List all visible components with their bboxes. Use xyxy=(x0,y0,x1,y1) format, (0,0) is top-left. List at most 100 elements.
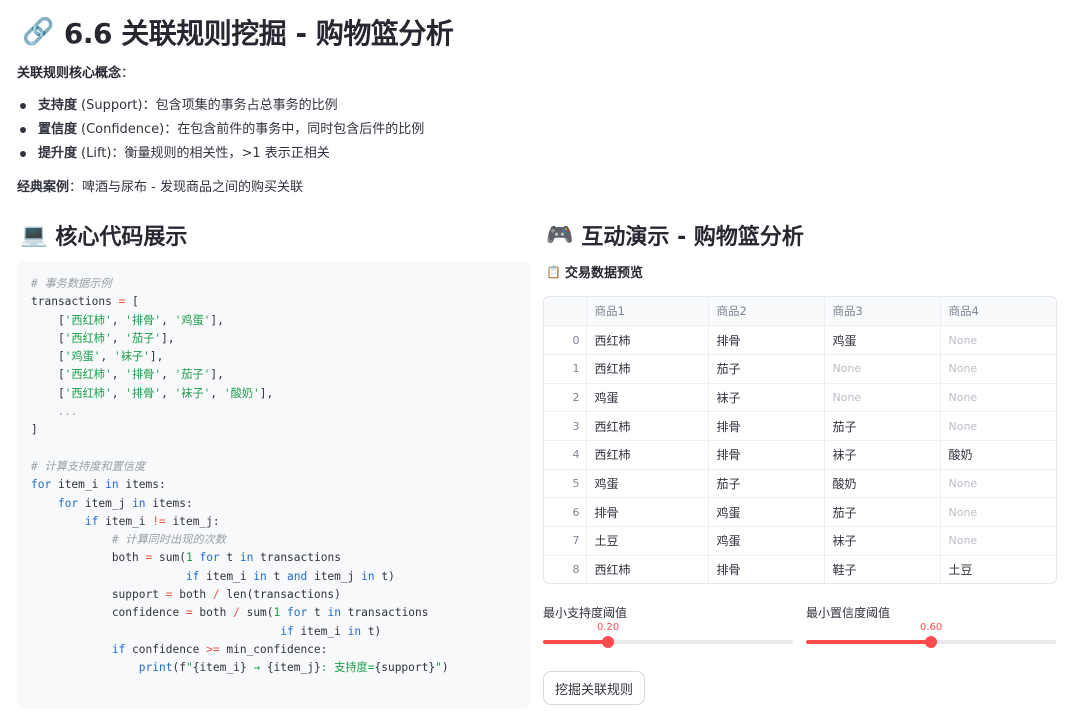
classic-case: 经典案例：啤酒与尿布 - 发现商品之间的购买关联 xyxy=(17,176,303,195)
code-section-title: 核心代码展示 xyxy=(55,225,188,250)
row-index: 6 xyxy=(544,497,587,527)
confidence-slider-value: 0.60 xyxy=(920,622,943,633)
table-row: 6 排骨 鸡蛋 茄子 None xyxy=(544,497,1056,527)
concepts-heading: 关联规则核心概念： xyxy=(17,66,135,81)
case-label: 经典案例 xyxy=(17,180,70,195)
transactions-table[interactable]: 商品1 商品2 商品3 商品4 0 西红柿 排骨 鸡蛋 None 1 西红柿 茄子 None No… xyxy=(543,296,1057,584)
demo-section-title: 互动演示 - 购物篮分析 xyxy=(581,225,804,250)
code-content: # 事务数据示例 transactions = [ ['西红柿', '排骨', … xyxy=(31,277,449,675)
table-cell[interactable]: 西红柿 xyxy=(586,555,709,583)
table-row: 5 鸡蛋 茄子 酸奶 None xyxy=(544,469,1056,499)
code-block[interactable]: # 事务数据示例 transactions = [ ['西红柿', '排骨', … xyxy=(17,261,531,709)
support-slider-label: 最小支持度阈值 xyxy=(543,606,628,620)
table-row: 4 西红柿 排骨 袜子 酸奶 xyxy=(544,440,1056,470)
concept-term: 支持度 xyxy=(38,98,78,113)
table-row: 0 西红柿 排骨 鸡蛋 None xyxy=(544,325,1056,355)
table-cell[interactable]: 西红柿 xyxy=(586,325,709,355)
table-cell[interactable]: 鸡蛋 xyxy=(824,325,941,355)
row-index: 0 xyxy=(544,325,587,355)
row-index: 1 xyxy=(544,354,587,384)
list-item: 置信度 (Confidence) ：在包含前件的事务中，同时包含后件的比例 xyxy=(17,118,424,142)
concepts-heading-text: 关联规则核心概念 xyxy=(17,66,122,81)
table-cell[interactable]: 茄子 xyxy=(824,411,941,441)
concept-desc: ：在包含前件的事务中，同时包含后件的比例 xyxy=(164,122,425,137)
concept-en: (Lift) xyxy=(81,146,112,161)
table-cell[interactable]: 茄子 xyxy=(824,497,941,527)
table-cell[interactable]: 排骨 xyxy=(708,555,825,583)
table-cell[interactable]: 茄子 xyxy=(708,354,825,384)
table-cell[interactable]: 鸡蛋 xyxy=(708,526,825,556)
table-cell[interactable]: None xyxy=(824,383,941,413)
table-cell[interactable]: None xyxy=(940,383,1056,413)
link-icon: 🔗 xyxy=(22,17,54,47)
table-cell[interactable]: 排骨 xyxy=(708,411,825,441)
table-cell[interactable]: 西红柿 xyxy=(586,440,709,470)
page-title: 🔗 6.6 关联规则挖掘 - 购物篮分析 xyxy=(22,12,454,52)
table-cell[interactable]: None xyxy=(940,469,1056,499)
mine-rules-button[interactable]: 挖掘关联规则 xyxy=(543,671,646,705)
table-cell[interactable]: 酸奶 xyxy=(824,469,941,499)
table-cell[interactable]: None xyxy=(940,526,1056,556)
table-cell[interactable]: 鸡蛋 xyxy=(708,497,825,527)
clipboard-icon: 📋 xyxy=(546,264,561,279)
support-slider-value: 0.20 xyxy=(597,622,620,633)
column-header[interactable]: 商品1 xyxy=(586,297,709,327)
table-cell[interactable]: None xyxy=(940,497,1056,527)
table-row: 1 西红柿 茄子 None None xyxy=(544,354,1056,384)
slider-fill xyxy=(543,640,608,644)
case-text: ：啤酒与尿布 - 发现商品之间的购买关联 xyxy=(69,180,303,195)
list-item: 支持度 (Support) ：包含项集的事务占总事务的比例 xyxy=(17,94,424,118)
row-index: 8 xyxy=(544,555,587,583)
table-header-row: 商品1 商品2 商品3 商品4 xyxy=(544,297,1056,327)
laptop-icon: 💻 xyxy=(20,222,48,248)
table-cell[interactable]: None xyxy=(940,411,1056,441)
code-section-heading: 💻 核心代码展示 xyxy=(20,218,187,252)
table-cell[interactable]: None xyxy=(940,354,1056,384)
support-slider[interactable] xyxy=(543,636,793,648)
slider-thumb[interactable] xyxy=(925,636,937,648)
table-cell[interactable]: 西红柿 xyxy=(586,354,709,384)
table-row: 8 西红柿 排骨 鞋子 土豆 xyxy=(544,555,1056,583)
bullet-icon xyxy=(20,127,26,133)
concept-desc: ：包含项集的事务占总事务的比例 xyxy=(142,98,338,113)
index-header xyxy=(544,297,587,327)
table-cell[interactable]: 排骨 xyxy=(708,440,825,470)
concept-en: (Confidence) xyxy=(81,122,165,137)
table-cell[interactable]: None xyxy=(940,325,1056,355)
gamepad-icon: 🎮 xyxy=(546,222,574,248)
table-row: 7 土豆 鸡蛋 袜子 None xyxy=(544,526,1056,556)
table-cell[interactable]: 袜子 xyxy=(824,440,941,470)
bullet-icon xyxy=(20,151,26,157)
table-cell[interactable]: 鸡蛋 xyxy=(586,469,709,499)
table-cell[interactable]: 袜子 xyxy=(824,526,941,556)
table-cell[interactable]: 土豆 xyxy=(586,526,709,556)
column-header[interactable]: 商品2 xyxy=(708,297,825,327)
table-cell[interactable]: 排骨 xyxy=(586,497,709,527)
column-header[interactable]: 商品3 xyxy=(824,297,941,327)
table-cell[interactable]: 鸡蛋 xyxy=(586,383,709,413)
table-cell[interactable]: 排骨 xyxy=(708,325,825,355)
table-row: 3 西红柿 排骨 茄子 None xyxy=(544,411,1056,441)
concept-term: 提升度 xyxy=(38,146,78,161)
table-row: 2 鸡蛋 袜子 None None xyxy=(544,383,1056,413)
row-index: 2 xyxy=(544,383,587,413)
table-cell[interactable]: 鞋子 xyxy=(824,555,941,583)
slider-thumb[interactable] xyxy=(602,636,614,648)
slider-fill xyxy=(806,640,931,644)
column-header[interactable]: 商品4 xyxy=(940,297,1056,327)
confidence-slider-label: 最小置信度阈值 xyxy=(806,606,891,620)
confidence-slider[interactable] xyxy=(806,636,1056,648)
row-index: 5 xyxy=(544,469,587,499)
table-cell[interactable]: 土豆 xyxy=(940,555,1056,583)
table-cell[interactable]: 茄子 xyxy=(708,469,825,499)
concept-desc: ：衡量规则的相关性，>1 表示正相关 xyxy=(111,146,330,161)
data-table: 商品1 商品2 商品3 商品4 0 西红柿 排骨 鸡蛋 None 1 西红柿 茄子 None No… xyxy=(544,297,1056,583)
concept-term: 置信度 xyxy=(38,122,78,137)
row-index: 3 xyxy=(544,411,587,441)
preview-label: 交易数据预览 xyxy=(564,266,643,281)
table-cell[interactable]: 袜子 xyxy=(708,383,825,413)
table-cell[interactable]: 酸奶 xyxy=(940,440,1056,470)
table-cell[interactable]: 西红柿 xyxy=(586,411,709,441)
table-cell[interactable]: None xyxy=(824,354,941,384)
bullet-icon xyxy=(20,103,26,109)
